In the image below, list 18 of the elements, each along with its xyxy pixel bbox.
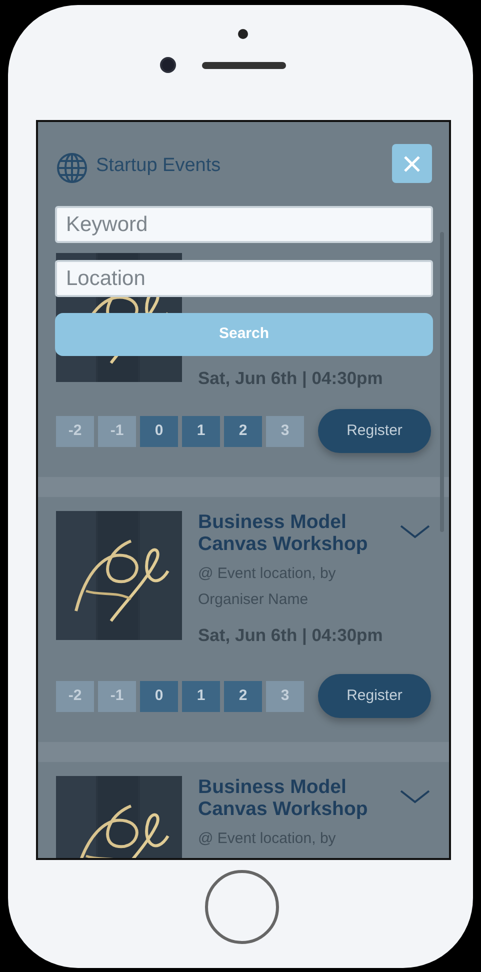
event-title: Business Model Canvas Workshop bbox=[198, 776, 368, 820]
rating-option[interactable]: 1 bbox=[182, 416, 220, 446]
rating-option[interactable]: 2 bbox=[224, 416, 262, 446]
rating-option[interactable]: 0 bbox=[140, 416, 178, 446]
globe-icon bbox=[56, 152, 88, 184]
camera-dot bbox=[238, 29, 248, 39]
close-icon bbox=[403, 154, 421, 172]
front-camera bbox=[160, 57, 176, 73]
app-title: Startup Events bbox=[96, 154, 221, 178]
register-button[interactable]: Register bbox=[318, 409, 431, 453]
rating-option[interactable]: 0 bbox=[140, 680, 178, 712]
register-button[interactable]: Register bbox=[318, 674, 431, 718]
event-title: Business Model Canvas Workshop bbox=[198, 511, 368, 555]
location-field[interactable]: Location bbox=[55, 260, 433, 297]
rating-option[interactable]: 1 bbox=[182, 680, 220, 712]
rating-option[interactable]: 2 bbox=[224, 680, 262, 712]
keyword-field[interactable]: Keyword bbox=[55, 206, 433, 243]
close-button[interactable] bbox=[392, 144, 432, 183]
